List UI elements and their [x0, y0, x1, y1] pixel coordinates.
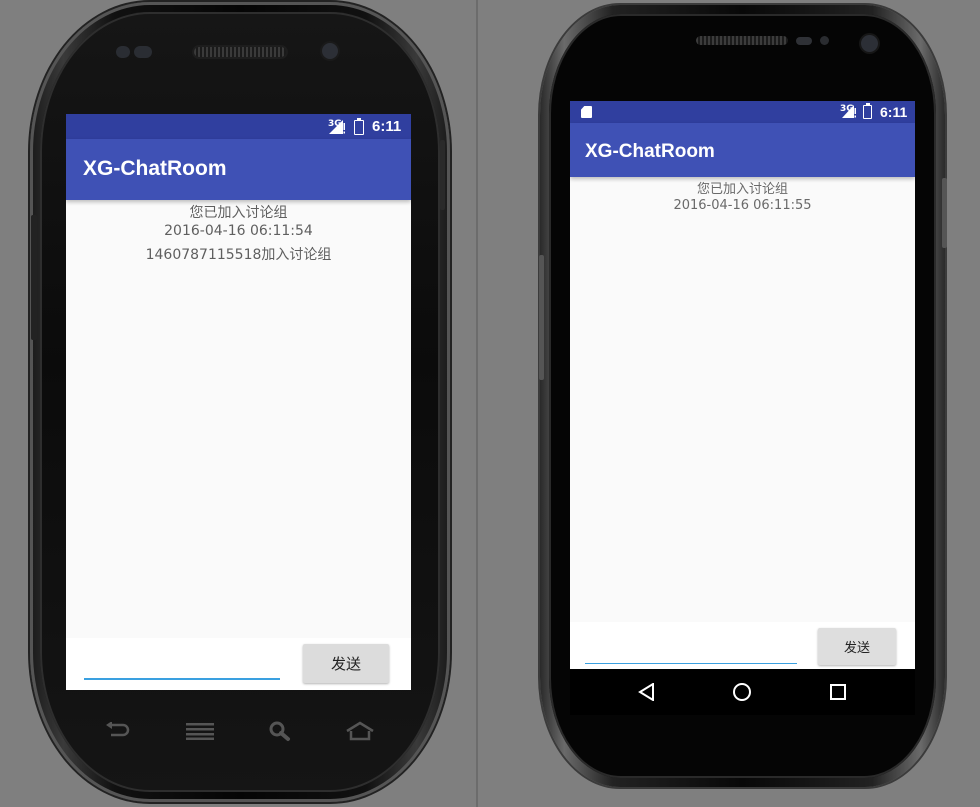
- navigation-bar: [570, 669, 915, 715]
- sdcard-icon: [581, 106, 592, 118]
- signal-icon: [329, 120, 345, 134]
- battery-icon: [354, 118, 364, 135]
- phone-a-volume-button[interactable]: [31, 215, 37, 340]
- input-bar: 发送: [66, 638, 411, 690]
- phone-a-sensor: [134, 46, 152, 58]
- phone-a-front-camera: [322, 43, 338, 59]
- status-time: 6:11: [880, 104, 908, 120]
- phone-b-power-button[interactable]: [942, 178, 947, 248]
- message-user-joined: 1460787115518加入讨论组: [145, 247, 332, 263]
- status-bar: 3G 6:11: [570, 101, 915, 123]
- message-input[interactable]: [84, 668, 280, 680]
- send-button[interactable]: 发送: [818, 628, 896, 665]
- phone-a-sensor: [116, 46, 130, 58]
- message-join-notice: 您已加入讨论组: [696, 182, 788, 197]
- phone-a-screen: 3G 6:11 XG-ChatRoom 您已加入讨论组 2016-04-16 0…: [66, 114, 411, 690]
- send-button[interactable]: 发送: [303, 644, 389, 683]
- action-bar: XG-ChatRoom: [66, 139, 411, 200]
- message-timestamp: 2016-04-16 06:11:54: [164, 223, 313, 239]
- phone-b-screen: 3G 6:11 XG-ChatRoom 您已加入讨论组 2016-04-16 0…: [570, 101, 915, 715]
- home-icon[interactable]: [340, 714, 380, 748]
- status-time: 6:11: [372, 118, 402, 135]
- action-bar: XG-ChatRoom: [570, 123, 915, 177]
- search-icon[interactable]: [260, 714, 300, 748]
- phone-a-earpiece: [194, 47, 286, 57]
- home-circle-icon[interactable]: [712, 669, 772, 715]
- phone-b-earpiece: [696, 36, 788, 45]
- phone-b-sensor: [820, 36, 829, 45]
- app-title: XG-ChatRoom: [585, 141, 715, 162]
- menu-icon[interactable]: [180, 714, 220, 748]
- back-icon[interactable]: [98, 714, 138, 748]
- battery-icon: [863, 103, 872, 119]
- input-bar: 发送: [570, 622, 915, 669]
- phone-a-power-button[interactable]: [440, 140, 445, 210]
- app-title: XG-ChatRoom: [83, 157, 227, 180]
- phone-b-volume-button[interactable]: [539, 255, 544, 380]
- message-timestamp: 2016-04-16 06:11:55: [673, 198, 812, 213]
- emulator-divider: [476, 0, 478, 807]
- recents-square-icon[interactable]: [808, 669, 868, 715]
- status-bar: 3G 6:11: [66, 114, 411, 139]
- phone-b-sensor: [796, 37, 812, 45]
- message-join-notice: 您已加入讨论组: [189, 205, 288, 221]
- signal-icon: [842, 105, 856, 118]
- phone-b-front-camera: [861, 35, 878, 52]
- back-triangle-icon[interactable]: [617, 669, 677, 715]
- message-input[interactable]: [585, 657, 797, 664]
